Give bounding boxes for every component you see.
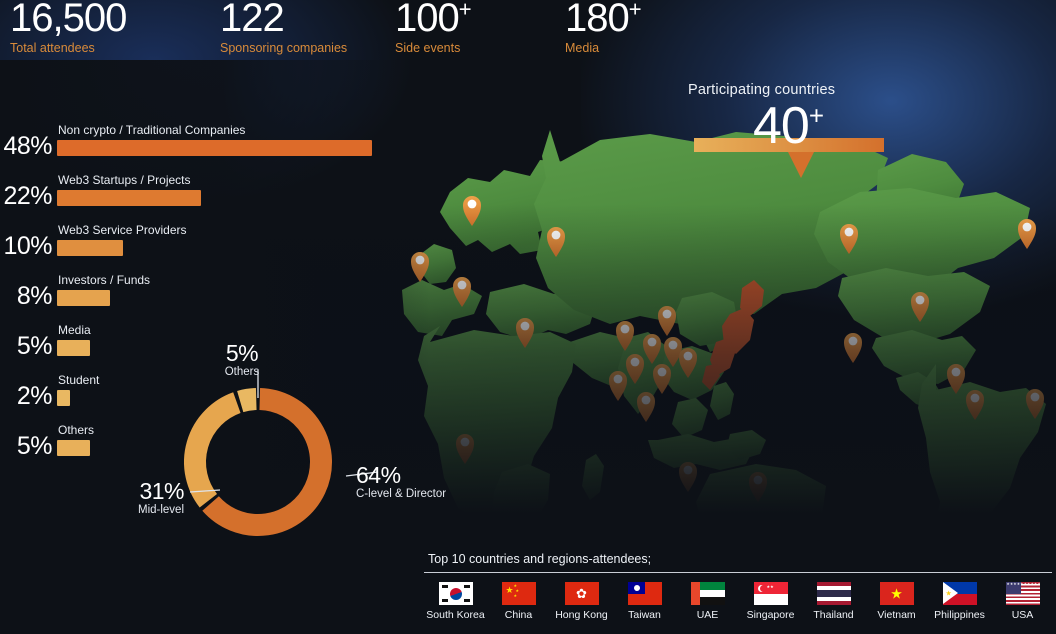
flag-country-label: Thailand: [813, 609, 854, 621]
bar-percent: 5%: [16, 432, 53, 460]
bar-percent: 10%: [3, 232, 52, 260]
bar-category-label: Web3 Startups / Projects: [58, 173, 191, 187]
bar-track: [57, 340, 90, 356]
bar-track: [57, 240, 123, 256]
bar-track: [57, 290, 110, 306]
donut-segment: [184, 392, 241, 508]
flag-country-label: USA: [1011, 609, 1034, 621]
flag-kr-icon: [438, 582, 473, 605]
stat-total-attendees: 16,500 Total attendees: [10, 0, 127, 55]
stat-caption: Media: [565, 41, 600, 55]
flag-cn-icon: ★ ★ ★ ★: [501, 582, 536, 605]
flag-country-label: South Korea: [426, 609, 485, 621]
participating-countries-callout: Participating countries 40+: [688, 82, 888, 178]
flag-item: Thailand: [802, 582, 865, 621]
stat-number: 122: [220, 0, 285, 40]
flag-country-label: UAE: [696, 609, 719, 621]
donut-name: Others: [224, 366, 260, 378]
bar-row: 48% Non crypto / Traditional Companies: [0, 118, 400, 168]
top-countries-panel: Top 10 countries and regions-attendees; …: [424, 552, 1056, 634]
donut-name: C-level & Director: [356, 488, 447, 500]
flag-item: ★★ Singapore: [739, 582, 802, 621]
flag-list: South Korea ★ ★ ★ ★ China ✿ Hong Kong Taiwan UAE ★…: [424, 582, 1056, 621]
bar-percent: 48%: [3, 132, 52, 160]
donut-name: Mid-level: [137, 504, 184, 516]
callout-title: Participating countries: [688, 82, 836, 98]
map-pin-tail-icon: [788, 152, 814, 178]
flag-item: ★★★★★★★★★★★★★★★★★★★★ USA: [991, 582, 1054, 621]
stat-caption: Total attendees: [10, 41, 95, 55]
bar-category-label: Media: [58, 323, 91, 337]
bar-track: [57, 190, 202, 206]
bar-percent: 8%: [16, 282, 53, 310]
donut-value: 31%: [139, 478, 184, 504]
divider: [424, 572, 1052, 573]
bar-percent: 22%: [3, 182, 52, 210]
flag-item: ★ ★ ★ ★ China: [487, 582, 550, 621]
bar-fill: [57, 240, 123, 256]
donut-segment: [237, 388, 257, 413]
bar-percent: 2%: [16, 382, 53, 410]
stat-sponsoring-companies: 122 Sponsoring companies: [220, 0, 347, 55]
flag-country-label: Singapore: [746, 609, 795, 621]
bar-row: 22% Web3 Startups / Projects: [0, 168, 400, 218]
flag-us-icon: ★★★★★★★★★★★★★★★★★★★★: [1005, 582, 1040, 605]
flag-sg-icon: ★★: [753, 582, 788, 605]
bar-row: 8% Investors / Funds: [0, 268, 400, 318]
donut-label-c-level: 64% C-level & Director: [356, 462, 447, 501]
flag-country-label: China: [504, 609, 533, 621]
flag-ph-icon: ★: [942, 582, 977, 605]
stat-caption: Sponsoring companies: [220, 41, 348, 55]
bar-category-label: Web3 Service Providers: [58, 223, 187, 237]
flag-tw-icon: [627, 582, 662, 605]
bar-fill: [57, 340, 90, 356]
flag-item: South Korea: [424, 582, 487, 621]
flag-country-label: Philippines: [934, 609, 985, 621]
donut-label-mid-level: 31% Mid-level: [92, 478, 185, 517]
flag-hk-icon: ✿: [564, 582, 599, 605]
bar-fill: [57, 390, 71, 406]
stat-media: 180+ Media: [565, 0, 642, 55]
stat-number: 16,500: [10, 0, 127, 40]
bar-fill: [57, 290, 110, 306]
bar-fill: [57, 190, 202, 206]
callout-number: 40+: [752, 97, 824, 155]
bar-track: [57, 440, 90, 456]
flag-item: Taiwan: [613, 582, 676, 621]
donut-label-others: 5% Others: [212, 340, 272, 379]
flag-country-label: Hong Kong: [555, 609, 608, 621]
bar-fill: [57, 140, 372, 156]
flags-panel-title: Top 10 countries and regions-attendees;: [428, 552, 652, 566]
stat-number: 180+: [565, 0, 642, 40]
stat-number: 100+: [395, 0, 472, 40]
header-stats: 16,500 Total attendees 122 Sponsoring co…: [0, 0, 1056, 62]
flag-country-label: Taiwan: [628, 609, 661, 621]
stat-side-events: 100+ Side events: [395, 0, 472, 55]
donut-value: 5%: [225, 340, 259, 366]
bar-category-label: Student: [58, 373, 100, 387]
flag-ae-icon: [690, 582, 725, 605]
flag-th-icon: [816, 582, 851, 605]
flag-country-label: Vietnam: [877, 609, 916, 621]
seniority-donut-chart: 5% Others 31% Mid-level 64% C-level & Di…: [138, 340, 450, 600]
flag-item: ✿ Hong Kong: [550, 582, 613, 621]
infographic-canvas: 16,500 Total attendees 122 Sponsoring co…: [0, 0, 1056, 634]
bar-category-label: Others: [58, 423, 95, 437]
bar-track: [57, 140, 372, 156]
bar-fill: [57, 440, 90, 456]
bar-category-label: Non crypto / Traditional Companies: [58, 123, 246, 137]
bar-category-label: Investors / Funds: [58, 273, 151, 287]
flag-vn-icon: ★: [879, 582, 914, 605]
bar-track: [57, 390, 71, 406]
flag-item: UAE: [676, 582, 739, 621]
bar-row: 10% Web3 Service Providers: [0, 218, 400, 268]
donut-value: 64%: [356, 462, 401, 488]
stat-caption: Side events: [395, 41, 461, 55]
bar-percent: 5%: [16, 332, 53, 360]
flag-item: ★ Vietnam: [865, 582, 928, 621]
flag-item: ★ Philippines: [928, 582, 991, 621]
